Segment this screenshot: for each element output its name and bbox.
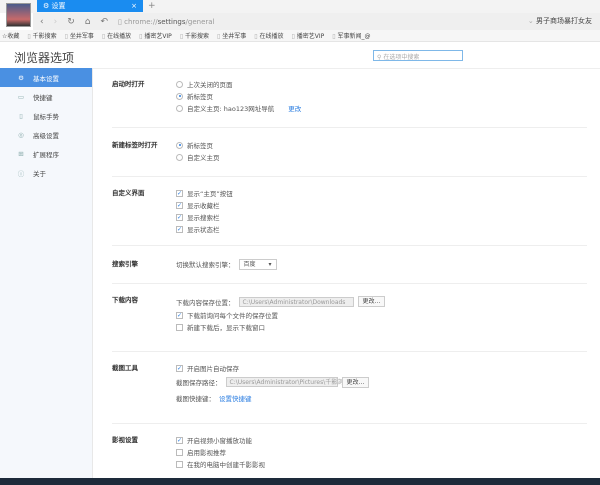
info-icon: ⓘ bbox=[17, 169, 25, 178]
tab-settings[interactable]: ⚙ 设置 × bbox=[37, 0, 143, 12]
gear-icon: ⚙ bbox=[18, 73, 24, 82]
user-avatar[interactable] bbox=[6, 3, 31, 27]
screenshot-path-label: 截图保存路径： bbox=[176, 379, 222, 387]
keyboard-icon: ▭ bbox=[17, 92, 25, 101]
download-path-label: 下载内容保存位置： bbox=[176, 298, 235, 307]
mouse-icon: ▯ bbox=[19, 111, 23, 120]
divider bbox=[112, 283, 587, 284]
sidebar-item-label: 关于 bbox=[33, 169, 46, 178]
checkbox-favorites-bar[interactable]: ✓ 显示收藏栏 bbox=[176, 199, 233, 211]
screenshot-path-field[interactable]: C:\Users\Administrator\Pictures\千影浏 bbox=[225, 377, 343, 387]
extensions-icon: ⊞ bbox=[18, 149, 24, 158]
section-label: 新建标签时打开 bbox=[112, 141, 158, 149]
checkbox-auto-save-image[interactable]: ✓ 开启图片自动保存 bbox=[176, 362, 369, 374]
bookmark[interactable]: 播密艺VIP bbox=[139, 31, 172, 40]
section-label: 下载内容 bbox=[112, 296, 138, 304]
section-label: 搜索引擎 bbox=[112, 260, 138, 268]
checkbox-video-recommend[interactable]: 启用影视推荐 bbox=[176, 446, 265, 458]
bookmark[interactable]: 在线播放 bbox=[254, 31, 284, 40]
sidebar-item-mouse-gestures[interactable]: ▯ 鼠标手势 bbox=[0, 106, 92, 125]
sidebar-item-extensions[interactable]: ⊞ 扩展程序 bbox=[0, 144, 92, 163]
search-engine-select[interactable]: 百度 ▾ bbox=[238, 258, 277, 270]
news-ticker[interactable]: ⌄ 男子商场暴打女友 bbox=[528, 16, 592, 26]
set-shortcut-link[interactable]: 设置快捷键 bbox=[219, 393, 252, 403]
chevron-down-icon: ⌄ bbox=[527, 17, 536, 25]
url-prefix: chrome:// bbox=[124, 17, 158, 26]
radio-last-session[interactable]: 上次关闭的页面 bbox=[176, 78, 301, 90]
sidebar-item-shortcuts[interactable]: ▭ 快捷键 bbox=[0, 87, 92, 106]
screenshot-shortcut-label: 截图快捷键： bbox=[176, 395, 215, 403]
home-icon[interactable]: ⌂ bbox=[85, 17, 91, 27]
sidebar-item-about[interactable]: ⓘ 关于 bbox=[0, 163, 92, 182]
radio-new-tab[interactable]: 新标签页 bbox=[176, 90, 301, 102]
checkbox-ask-save-location[interactable]: ✓ 下载前询问每个文件的保存位置 bbox=[176, 309, 385, 321]
tab-label: 设置 bbox=[51, 2, 66, 10]
checkbox-create-shortcut[interactable]: 在我的电脑中创建千影影视 bbox=[176, 458, 265, 470]
url-suffix: /general bbox=[185, 17, 215, 26]
divider bbox=[112, 245, 587, 246]
radio-newtab-page[interactable]: 新标签页 bbox=[176, 139, 220, 151]
checkbox-show-download-window[interactable]: 新建下载后，显示下载窗口 bbox=[176, 321, 385, 333]
change-home-link[interactable]: 更改 bbox=[288, 103, 301, 113]
new-tab-button[interactable]: + bbox=[148, 1, 156, 11]
news-text: 男子商场暴打女友 bbox=[536, 17, 592, 25]
download-path-field[interactable]: C:\Users\Administrator\Downloads bbox=[238, 296, 354, 307]
close-tab-icon[interactable]: × bbox=[131, 2, 137, 10]
section-label: 影视设置 bbox=[112, 436, 138, 444]
sidebar: ⚙ 基本设置 ▭ 快捷键 ▯ 鼠标手势 ◎ 高级设置 ⊞ 扩展程序 ⓘ 关于 bbox=[0, 68, 93, 478]
url-main: settings bbox=[157, 17, 186, 26]
section-label: 截图工具 bbox=[112, 364, 138, 372]
checkbox-mini-window[interactable]: ✓ 开启视频小窗播放功能 bbox=[176, 434, 265, 446]
forward-icon[interactable]: › bbox=[54, 17, 58, 27]
nav-bar: ‹ › ↻ ⌂ ↶ ▯ chrome://settings/general bbox=[33, 13, 600, 30]
bookmark[interactable]: 军事新闻_@ bbox=[332, 31, 370, 40]
sidebar-item-basic[interactable]: ⚙ 基本设置 bbox=[0, 68, 92, 87]
sidebar-item-label: 扩展程序 bbox=[33, 150, 59, 159]
address-bar[interactable]: ▯ chrome://settings/general bbox=[118, 18, 214, 26]
back-icon[interactable]: ‹ bbox=[40, 17, 44, 27]
checkbox-status-bar[interactable]: ✓ 显示状态栏 bbox=[176, 223, 233, 235]
divider bbox=[93, 68, 600, 69]
bookmark[interactable]: 千影搜索 bbox=[27, 31, 57, 40]
change-download-path-button[interactable]: 更改... bbox=[357, 296, 386, 307]
radio-custom-home[interactable]: 自定义主页: hao123网址导航 更改 bbox=[176, 102, 301, 114]
sidebar-item-label: 基本设置 bbox=[33, 74, 59, 83]
radio-newtab-custom[interactable]: 自定义主页 bbox=[176, 151, 220, 163]
reload-icon[interactable]: ↻ bbox=[67, 17, 75, 27]
checkbox-home-button[interactable]: ✓ 显示“主页”按钮 bbox=[176, 187, 233, 199]
bookmarks-bar: ☆收藏 千影搜索 坐井军事 在线播放 播密艺VIP 千影搜索 坐井军事 在线播放… bbox=[0, 30, 600, 42]
divider bbox=[112, 127, 587, 128]
bookmark[interactable]: 坐井军事 bbox=[217, 31, 246, 40]
advanced-icon: ◎ bbox=[18, 130, 24, 139]
settings-search-input[interactable]: ⚲ 在选项中搜索 bbox=[373, 50, 463, 61]
favorites-button[interactable]: ☆收藏 bbox=[2, 31, 19, 40]
sidebar-item-label: 高级设置 bbox=[33, 131, 59, 140]
section-label: 自定义界面 bbox=[112, 189, 145, 197]
page-title: 浏览器选项 bbox=[14, 51, 75, 65]
sidebar-item-label: 鼠标手势 bbox=[33, 112, 59, 121]
undo-icon[interactable]: ↶ bbox=[100, 17, 108, 27]
divider bbox=[112, 351, 587, 352]
divider bbox=[112, 423, 587, 424]
bookmark[interactable]: 在线播放 bbox=[102, 31, 131, 40]
search-placeholder: 在选项中搜索 bbox=[383, 54, 420, 61]
bookmark[interactable]: 千影搜索 bbox=[180, 31, 209, 40]
checkbox-search-bar[interactable]: ✓ 显示搜索栏 bbox=[176, 211, 233, 223]
sidebar-item-advanced[interactable]: ◎ 高级设置 bbox=[0, 125, 92, 144]
taskbar bbox=[0, 478, 600, 485]
bookmark[interactable]: 坐井军事 bbox=[65, 31, 94, 40]
bookmark[interactable]: 播密艺VIP bbox=[292, 31, 325, 40]
section-label: 启动时打开 bbox=[112, 80, 145, 88]
search-engine-prompt: 切换默认搜索引擎： bbox=[176, 261, 235, 269]
change-screenshot-path-button[interactable]: 更改... bbox=[341, 376, 370, 388]
divider bbox=[112, 176, 587, 177]
sidebar-item-label: 快捷键 bbox=[33, 93, 53, 102]
gear-icon: ⚙ bbox=[43, 2, 50, 10]
